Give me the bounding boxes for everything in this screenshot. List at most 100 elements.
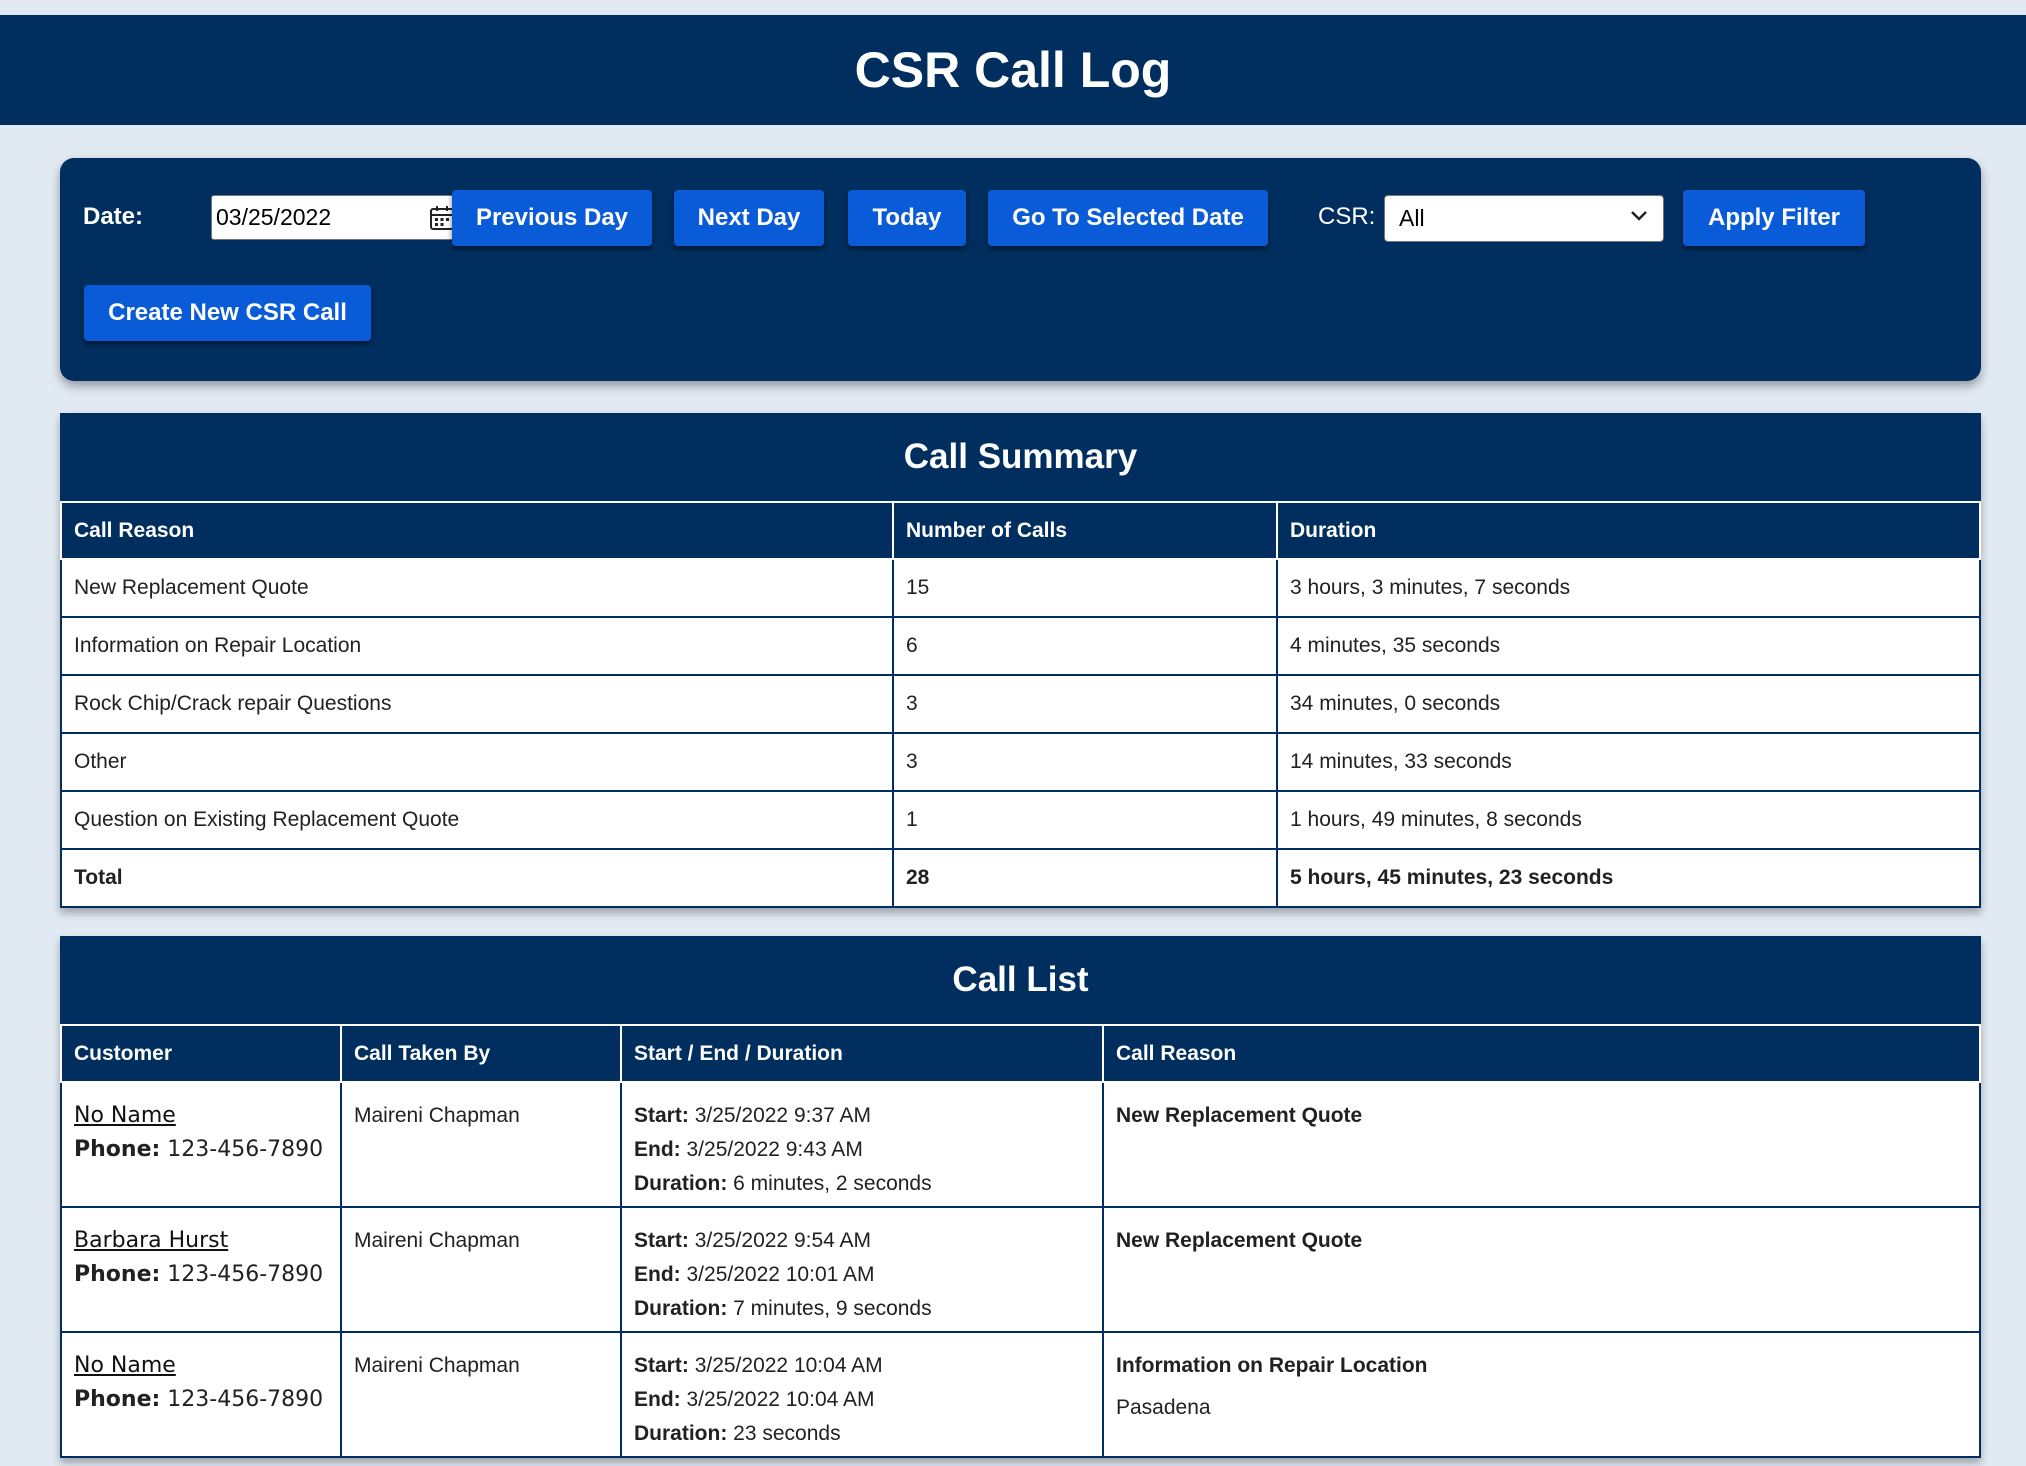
customer-name-link[interactable]: No Name [74,1349,328,1383]
end-line: End: 3/25/2022 10:04 AM [634,1383,1090,1417]
end-value: 3/25/2022 10:04 AM [686,1388,875,1411]
app-header: CSR Call Log [0,15,2026,125]
table-row: Rock Chip/Crack repair Questions 3 34 mi… [60,674,1981,734]
start-value: 3/25/2022 9:37 AM [694,1104,871,1127]
start-label: Start: [634,1354,689,1377]
column-header-call-reason: Call Reason [60,501,894,560]
call-reason-cell: Information on Repair Location [60,616,894,676]
start-value: 3/25/2022 9:54 AM [694,1229,871,1252]
end-line: End: 3/25/2022 9:43 AM [634,1133,1090,1167]
duration-line: Duration: 23 seconds [634,1417,1090,1451]
customer-phone: Phone: 123-456-7890 [74,1383,328,1417]
total-calls-cell: 28 [892,848,1278,908]
end-label: End: [634,1388,681,1411]
call-summary-title: Call Summary [60,413,1981,501]
chevron-down-icon [1629,209,1649,228]
start-value: 3/25/2022 10:04 AM [694,1354,883,1377]
call-reason-cell: New Replacement Quote [1102,1206,1981,1333]
filter-panel: Date: 03/25/2022 Previous Day Next Day T… [60,158,1981,381]
time-cell: Start: 3/25/2022 10:04 AM End: 3/25/2022… [620,1331,1104,1458]
customer-phone: Phone: 123-456-7890 [74,1133,328,1167]
call-summary-table: Call Reason Number of Calls Duration New… [60,501,1981,908]
end-value: 3/25/2022 10:01 AM [686,1263,875,1286]
call-summary-section: Call Summary Call Reason Number of Calls… [60,413,1981,908]
call-list-table: Customer Call Taken By Start / End / Dur… [60,1024,1981,1458]
call-reason-cell: Rock Chip/Crack repair Questions [60,674,894,734]
duration-label: Duration: [634,1172,728,1195]
today-button[interactable]: Today [848,190,966,246]
csr-select[interactable]: All [1384,195,1664,242]
total-label-cell: Total [60,848,894,908]
time-cell: Start: 3/25/2022 9:37 AM End: 3/25/2022 … [620,1081,1104,1208]
column-header-duration: Duration [1276,501,1981,560]
call-taken-by-cell: Maireni Chapman [340,1331,622,1458]
start-line: Start: 3/25/2022 9:54 AM [634,1224,1090,1258]
duration-cell: 14 minutes, 33 seconds [1276,732,1981,792]
call-reason-value: Information on Repair Location [1116,1354,1428,1377]
date-input[interactable]: 03/25/2022 [211,195,460,240]
duration-cell: 34 minutes, 0 seconds [1276,674,1981,734]
start-label: Start: [634,1229,689,1252]
duration-label: Duration: [634,1297,728,1320]
customer-phone: Phone: 123-456-7890 [74,1258,328,1292]
create-new-csr-call-button[interactable]: Create New CSR Call [84,285,371,341]
number-of-calls-cell: 3 [892,674,1278,734]
phone-label: Phone: [74,1387,161,1412]
next-day-button[interactable]: Next Day [674,190,824,246]
column-header-customer: Customer [60,1024,342,1083]
apply-filter-button[interactable]: Apply Filter [1683,190,1865,246]
table-row: Question on Existing Replacement Quote 1… [60,790,1981,850]
page-title: CSR Call Log [854,42,1172,98]
start-label: Start: [634,1104,689,1127]
previous-day-button[interactable]: Previous Day [452,190,652,246]
number-of-calls-cell: 1 [892,790,1278,850]
go-to-selected-date-button[interactable]: Go To Selected Date [988,190,1268,246]
total-duration-cell: 5 hours, 45 minutes, 23 seconds [1276,848,1981,908]
call-reason-value: New Replacement Quote [1116,1104,1363,1127]
end-line: End: 3/25/2022 10:01 AM [634,1258,1090,1292]
call-reason-cell: New Replacement Quote [1102,1081,1981,1208]
call-reason-value: New Replacement Quote [1116,1229,1363,1252]
table-row: Information on Repair Location 6 4 minut… [60,616,1981,676]
table-row: New Replacement Quote 15 3 hours, 3 minu… [60,558,1981,618]
column-header-call-reason: Call Reason [1102,1024,1981,1083]
customer-cell: No Name Phone: 123-456-7890 [60,1081,342,1208]
duration-label: Duration: [634,1422,728,1445]
call-list-section: Call List Customer Call Taken By Start /… [60,936,1981,1458]
duration-cell: 3 hours, 3 minutes, 7 seconds [1276,558,1981,618]
phone-value: 123-456-7890 [167,1387,324,1412]
csr-selected-value: All [1399,205,1425,231]
customer-cell: Barbara Hurst Phone: 123-456-7890 [60,1206,342,1333]
table-row: Other 3 14 minutes, 33 seconds [60,732,1981,792]
table-row: No Name Phone: 123-456-7890 Maireni Chap… [60,1081,1981,1208]
duration-line: Duration: 7 minutes, 9 seconds [634,1292,1090,1326]
customer-cell: No Name Phone: 123-456-7890 [60,1331,342,1458]
column-header-number-of-calls: Number of Calls [892,501,1278,560]
call-reason-cell: New Replacement Quote [60,558,894,618]
call-taken-by-cell: Maireni Chapman [340,1081,622,1208]
customer-name-link[interactable]: Barbara Hurst [74,1224,328,1258]
call-reason-detail: Pasadena [1116,1396,1211,1419]
call-reason-cell: Other [60,732,894,792]
column-header-call-taken-by: Call Taken By [340,1024,622,1083]
phone-value: 123-456-7890 [167,1262,324,1287]
end-label: End: [634,1138,681,1161]
call-list-title: Call List [60,936,1981,1024]
total-row: Total 28 5 hours, 45 minutes, 23 seconds [60,848,1981,908]
table-row: No Name Phone: 123-456-7890 Maireni Chap… [60,1331,1981,1458]
call-taken-by-cell: Maireni Chapman [340,1206,622,1333]
duration-value: 7 minutes, 9 seconds [733,1297,932,1320]
date-value: 03/25/2022 [216,204,332,230]
number-of-calls-cell: 3 [892,732,1278,792]
csr-label: CSR: [1318,203,1376,230]
phone-label: Phone: [74,1137,161,1162]
customer-name-link[interactable]: No Name [74,1099,328,1133]
duration-value: 23 seconds [733,1422,841,1445]
column-header-start-end-duration: Start / End / Duration [620,1024,1104,1083]
start-line: Start: 3/25/2022 9:37 AM [634,1099,1090,1133]
start-line: Start: 3/25/2022 10:04 AM [634,1349,1090,1383]
number-of-calls-cell: 6 [892,616,1278,676]
phone-value: 123-456-7890 [167,1137,324,1162]
end-value: 3/25/2022 9:43 AM [686,1138,863,1161]
duration-line: Duration: 6 minutes, 2 seconds [634,1167,1090,1201]
